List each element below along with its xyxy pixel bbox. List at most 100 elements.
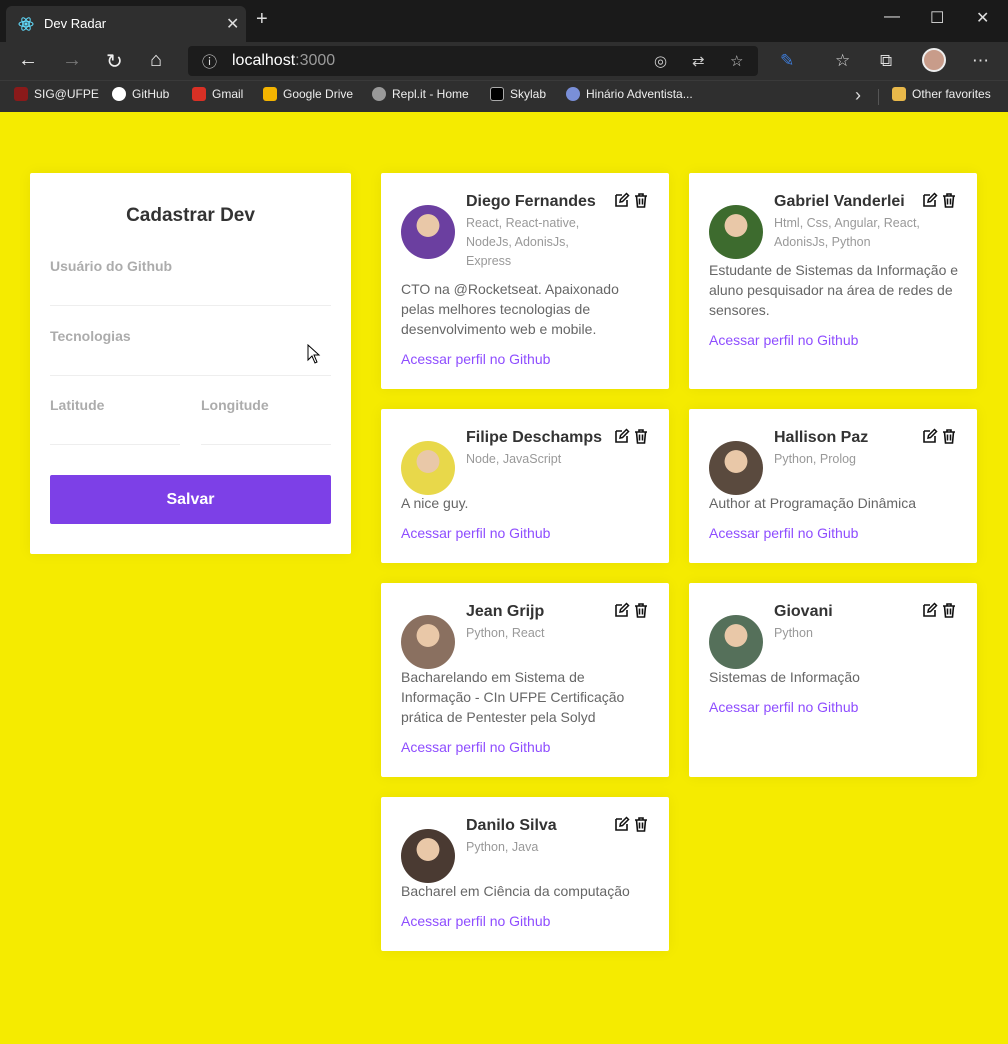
longitude-label: Longitude <box>201 397 269 413</box>
github-profile-link[interactable]: Acessar perfil no Github <box>401 739 550 755</box>
dev-techs: Python <box>774 626 813 640</box>
mouse-cursor-icon <box>307 344 321 364</box>
browser-tab[interactable]: Dev Radar ✕ <box>6 6 246 42</box>
translate-icon[interactable]: ⇄ <box>692 52 705 70</box>
techs-input[interactable] <box>50 346 331 376</box>
profile-avatar[interactable] <box>922 48 946 72</box>
edit-icon[interactable] <box>614 192 630 208</box>
bookmark-label: Google Drive <box>283 87 354 101</box>
avatar <box>401 205 455 259</box>
github-profile-link[interactable]: Acessar perfil no Github <box>401 351 550 367</box>
edit-icon[interactable] <box>922 602 938 618</box>
bookmarks-bar: SIG@UFPE GitHub Gmail Google Drive Repl.… <box>0 80 1008 112</box>
bookmark-label: Gmail <box>212 87 244 101</box>
location-icon[interactable]: ◎ <box>654 52 667 70</box>
home-icon[interactable]: ⌂ <box>150 49 162 72</box>
github-profile-link[interactable]: Acessar perfil no Github <box>709 332 858 348</box>
maximize-icon[interactable]: ☐ <box>930 8 944 28</box>
avatar <box>709 205 763 259</box>
longitude-input[interactable] <box>201 415 331 445</box>
edit-icon[interactable] <box>922 192 938 208</box>
bookmarks-divider <box>878 89 879 105</box>
dev-techs: React, React-native, NodeJs, AdonisJs, E… <box>466 216 580 268</box>
dev-card: Hallison Paz Python, Prolog Author at Pr… <box>689 409 977 563</box>
edit-icon[interactable] <box>614 602 630 618</box>
dev-name: Jean Grijp <box>466 603 545 620</box>
edit-icon[interactable] <box>614 816 630 832</box>
techs-label: Tecnologias <box>50 328 131 344</box>
dev-name: Giovani <box>774 603 833 620</box>
trash-icon[interactable] <box>633 192 649 208</box>
bookmark-google-drive[interactable]: Google Drive <box>263 87 353 101</box>
info-icon[interactable]: ⓘ <box>202 51 217 72</box>
hinario-icon <box>566 87 580 101</box>
edit-icon[interactable] <box>614 428 630 444</box>
dev-bio: Bacharelando em Sistema de Informação - … <box>401 669 625 725</box>
bookmark-replit[interactable]: Repl.it - Home <box>372 87 469 101</box>
google-drive-icon <box>263 87 277 101</box>
bookmark-gmail[interactable]: Gmail <box>192 87 243 101</box>
react-icon <box>18 17 34 31</box>
gmail-icon <box>192 87 206 101</box>
favorites-icon[interactable]: ☆ <box>835 51 850 71</box>
github-icon <box>112 87 126 101</box>
edit-icon[interactable] <box>922 428 938 444</box>
avatar <box>401 829 455 883</box>
dev-card: Filipe Deschamps Node, JavaScript A nice… <box>381 409 669 563</box>
avatar <box>401 441 455 495</box>
dev-actions <box>614 816 649 832</box>
address-bar[interactable]: ⓘ localhost:3000 ◎ ⇄ ☆ <box>188 46 758 76</box>
address-host: localhost <box>232 52 296 69</box>
dev-card: Giovani Python Sistemas de Informação Ac… <box>689 583 977 777</box>
dev-bio: Sistemas de Informação <box>709 669 860 685</box>
forward-icon[interactable]: → <box>62 49 82 72</box>
tab-title: Dev Radar <box>44 16 107 31</box>
dev-name: Diego Fernandes <box>466 193 596 210</box>
more-icon[interactable]: ⋯ <box>972 51 989 71</box>
dev-techs: Node, JavaScript <box>466 452 562 466</box>
dev-name: Danilo Silva <box>466 817 557 834</box>
save-button[interactable]: Salvar <box>50 475 331 524</box>
bookmark-label: Repl.it - Home <box>392 87 469 101</box>
bookmark-other-favorites[interactable]: Other favorites <box>892 87 991 101</box>
trash-icon[interactable] <box>633 816 649 832</box>
collections-icon[interactable]: ⧉ <box>880 51 892 71</box>
close-tab-icon[interactable]: ✕ <box>226 14 239 34</box>
github-profile-link[interactable]: Acessar perfil no Github <box>401 913 550 929</box>
github-profile-link[interactable]: Acessar perfil no Github <box>709 699 858 715</box>
dev-techs: Python, Prolog <box>774 452 856 466</box>
github-profile-link[interactable]: Acessar perfil no Github <box>401 525 550 541</box>
trash-icon[interactable] <box>941 602 957 618</box>
github-username-input[interactable] <box>50 276 331 306</box>
address-port: :3000 <box>295 52 336 69</box>
minimize-icon[interactable]: — <box>884 8 900 26</box>
bookmark-label: Hinário Adventista... <box>586 87 693 101</box>
bookmark-hinario[interactable]: Hinário Adventista... <box>566 87 693 101</box>
bookmark-github[interactable]: GitHub <box>112 87 169 101</box>
new-tab-icon[interactable]: + <box>256 9 268 29</box>
chevron-right-icon[interactable]: › <box>855 85 861 106</box>
back-icon[interactable]: ← <box>18 49 38 72</box>
address-text: localhost:3000 <box>232 52 335 70</box>
github-username-label: Usuário do Github <box>50 258 173 274</box>
dev-actions <box>922 428 957 444</box>
window-close-icon[interactable]: ✕ <box>976 8 989 28</box>
bookmark-skylab[interactable]: Skylab <box>490 87 546 101</box>
form-title: Cadastrar Dev <box>126 205 255 226</box>
trash-icon[interactable] <box>941 192 957 208</box>
bookmark-label: GitHub <box>132 87 170 101</box>
dev-card: Gabriel Vanderlei Html, Css, Angular, Re… <box>689 173 977 389</box>
tab-strip: Dev Radar ✕ + — ☐ ✕ <box>0 0 1008 42</box>
trash-icon[interactable] <box>633 428 649 444</box>
latitude-input[interactable] <box>50 415 180 445</box>
folder-icon <box>892 87 906 101</box>
trash-icon[interactable] <box>941 428 957 444</box>
github-profile-link[interactable]: Acessar perfil no Github <box>709 525 858 541</box>
dev-bio: Bacharel em Ciência da computação <box>401 883 630 899</box>
extension-icon[interactable]: ✎ <box>780 51 794 71</box>
trash-icon[interactable] <box>633 602 649 618</box>
avatar <box>709 615 763 669</box>
bookmark-sig-ufpe[interactable]: SIG@UFPE <box>14 87 99 101</box>
favorite-star-icon[interactable]: ☆ <box>730 52 743 70</box>
refresh-icon[interactable]: ↻ <box>106 49 123 74</box>
